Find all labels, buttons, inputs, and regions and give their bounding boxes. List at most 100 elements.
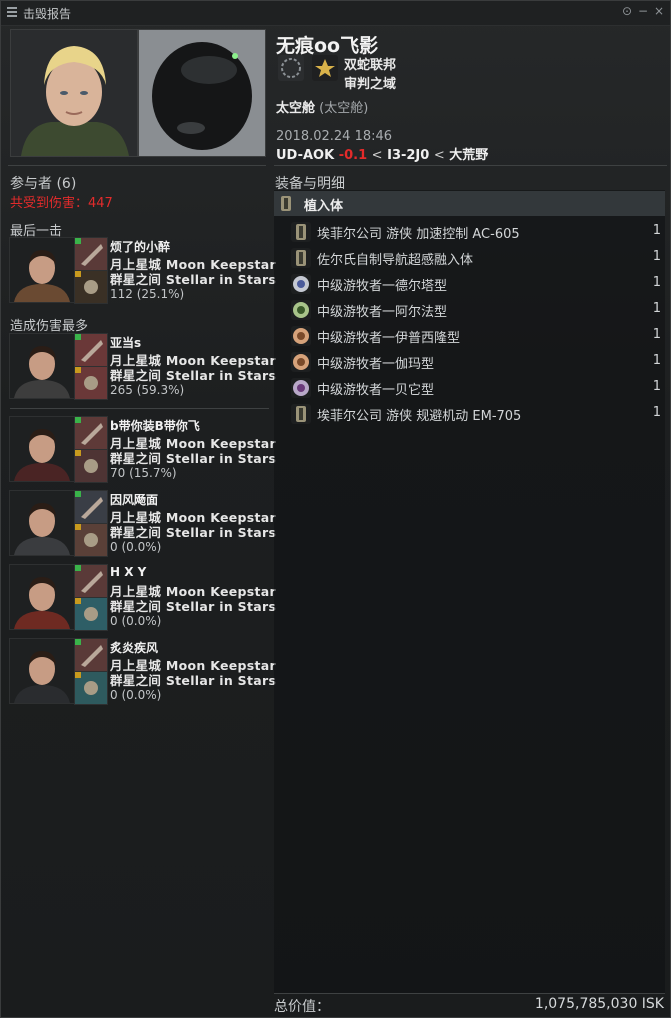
victim-corporation[interactable]: 双蛇联邦 xyxy=(344,54,396,73)
attacker-row[interactable]: 烦了的小醉 月上星城 Moon Keepstar 群星之间 Stellar in S… xyxy=(9,237,276,304)
attacker-row[interactable]: 炙炎疾风 月上星城 Moon Keepstar 群星之间 Stellar in St… xyxy=(9,638,276,705)
participants-label: 参与者 (6) xyxy=(10,176,77,192)
implants-section-header[interactable]: 植入体 xyxy=(274,191,665,216)
item-row[interactable]: 中级游牧者一德尔塔型 1 xyxy=(289,271,665,297)
implant-icon xyxy=(278,195,294,212)
tech-tag-icon xyxy=(75,238,81,244)
attacker-portrait[interactable] xyxy=(9,490,75,556)
victim-ship-render[interactable] xyxy=(138,29,266,157)
attacker-alliance[interactable]: 群星之间 Stellar in Stars xyxy=(110,448,276,467)
attacker-portrait[interactable] xyxy=(9,416,75,482)
corporation-logo-icon[interactable] xyxy=(278,55,304,81)
attacker-damage: 112 (25.1%) xyxy=(110,287,185,301)
attacker-weapon-icon[interactable] xyxy=(74,671,108,705)
attacker-alliance[interactable]: 群星之间 Stellar in Stars xyxy=(110,596,276,615)
title-bar[interactable]: 击毁报告 ⊙ − × xyxy=(1,1,670,26)
item-name: 中级游牧者一阿尔法型 xyxy=(317,305,448,320)
meta-tag-icon xyxy=(75,271,81,277)
top-damage-label: 造成伤害最多 xyxy=(10,319,89,334)
attacker-ship-icon[interactable] xyxy=(74,416,108,450)
hardwiring-icon xyxy=(291,352,311,372)
attacker-row[interactable]: b带你装B带你飞 月上星城 Moon Keepstar 群星之间 Stellar i… xyxy=(9,416,276,483)
item-name: 中级游牧者一伽玛型 xyxy=(317,357,435,372)
window-title: 击毁报告 xyxy=(23,7,72,21)
attacker-ship-icon[interactable] xyxy=(74,237,108,271)
minimize-icon[interactable]: − xyxy=(636,4,650,18)
victim-alliance[interactable]: 审判之域 xyxy=(344,73,396,92)
meta-tag-icon xyxy=(75,450,81,456)
attacker-name[interactable]: 因风飏面 xyxy=(110,491,158,508)
victim-portrait[interactable] xyxy=(10,29,138,157)
attacker-name[interactable]: H X Y xyxy=(110,565,146,579)
item-row[interactable]: 中级游牧者一贝它型 1 xyxy=(289,375,665,401)
attacker-weapon-icon[interactable] xyxy=(74,270,108,304)
alliance-logo-icon[interactable] xyxy=(312,55,338,81)
attacker-row[interactable]: 因风飏面 月上星城 Moon Keepstar 群星之间 Stellar in St… xyxy=(9,490,276,557)
item-name: 中级游牧者一德尔塔型 xyxy=(317,279,448,294)
attacker-weapon-icon[interactable] xyxy=(74,523,108,557)
attacker-name[interactable]: 烦了的小醉 xyxy=(110,238,170,255)
item-quantity: 1 xyxy=(652,327,661,342)
tech-tag-icon xyxy=(75,639,81,645)
item-name: 埃菲尔公司 游侠 规避机动 EM-705 xyxy=(317,409,522,424)
constellation-link[interactable]: I3-2J0 xyxy=(387,148,429,163)
attacker-portrait[interactable] xyxy=(9,237,75,303)
attacker-alliance[interactable]: 群星之间 Stellar in Stars xyxy=(110,522,276,541)
victim-ship[interactable]: 太空舱 (太空舱) xyxy=(276,97,368,116)
region-link[interactable]: 大荒野 xyxy=(449,148,488,163)
item-name: 佐尔氏自制导航超感融入体 xyxy=(317,253,474,268)
total-damage: 共受到伤害：447 xyxy=(10,196,113,211)
divider xyxy=(274,165,667,166)
item-row[interactable]: 中级游牧者一伽玛型 1 xyxy=(289,349,665,375)
total-value: 1,075,785,030 ISK xyxy=(534,996,664,1012)
item-row[interactable]: 佐尔氏自制导航超感融入体 1 xyxy=(289,245,665,271)
meta-tag-icon xyxy=(75,672,81,678)
attacker-weapon-icon[interactable] xyxy=(74,449,108,483)
item-quantity: 1 xyxy=(652,301,661,316)
hardwiring-icon xyxy=(291,326,311,346)
attacker-portrait[interactable] xyxy=(9,333,75,399)
attacker-ship-icon[interactable] xyxy=(74,490,108,524)
pin-icon[interactable]: ⊙ xyxy=(620,4,634,18)
attacker-weapon-icon[interactable] xyxy=(74,597,108,631)
attacker-ship-icon[interactable] xyxy=(74,564,108,598)
ship-name: 太空舱 xyxy=(276,101,316,116)
item-quantity: 1 xyxy=(652,405,661,420)
close-icon[interactable]: × xyxy=(652,4,666,18)
attacker-damage: 0 (0.0%) xyxy=(110,540,162,554)
solar-system-link[interactable]: UD-AOK xyxy=(276,148,334,163)
attacker-damage: 0 (0.0%) xyxy=(110,688,162,702)
attacker-name[interactable]: 亚当s xyxy=(110,334,141,351)
attacker-name[interactable]: 炙炎疾风 xyxy=(110,639,158,656)
attacker-row[interactable]: H X Y 月上星城 Moon Keepstar 群星之间 Stellar in S… xyxy=(9,564,276,631)
killmail-window: 击毁报告 ⊙ − × 无痕oo飞影 双蛇联邦 审判之域 太空舱 (太空舱) 20… xyxy=(0,0,671,1018)
item-name: 埃菲尔公司 游侠 加速控制 AC-605 xyxy=(317,227,520,242)
attacker-alliance[interactable]: 群星之间 Stellar in Stars xyxy=(110,670,276,689)
attacker-alliance[interactable]: 群星之间 Stellar in Stars xyxy=(110,365,276,384)
security-status: -0.1 xyxy=(338,148,368,163)
total-value-label: 总价值： xyxy=(274,999,330,1015)
item-name: 中级游牧者一贝它型 xyxy=(317,383,435,398)
item-row[interactable]: 中级游牧者一阿尔法型 1 xyxy=(289,297,665,323)
meta-tag-icon xyxy=(75,367,81,373)
attacker-ship-icon[interactable] xyxy=(74,333,108,367)
attacker-name[interactable]: b带你装B带你飞 xyxy=(110,417,200,434)
divider xyxy=(8,165,266,166)
item-row[interactable]: 埃菲尔公司 游侠 加速控制 AC-605 1 xyxy=(289,219,665,245)
attacker-damage: 0 (0.0%) xyxy=(110,614,162,628)
hardwiring-icon xyxy=(291,300,311,320)
item-row[interactable]: 埃菲尔公司 游侠 规避机动 EM-705 1 xyxy=(289,401,665,427)
item-quantity: 1 xyxy=(652,353,661,368)
divider xyxy=(10,408,269,409)
attacker-weapon-icon[interactable] xyxy=(74,366,108,400)
attacker-portrait[interactable] xyxy=(9,638,75,704)
ship-type: (太空舱) xyxy=(319,101,369,116)
attacker-alliance[interactable]: 群星之间 Stellar in Stars xyxy=(110,269,276,288)
divider xyxy=(274,993,665,994)
attacker-ship-icon[interactable] xyxy=(74,638,108,672)
attacker-row[interactable]: 亚当s 月上星城 Moon Keepstar 群星之间 Stellar in Sta… xyxy=(9,333,276,400)
item-row[interactable]: 中级游牧者一伊普西隆型 1 xyxy=(289,323,665,349)
kill-location: UD-AOK -0.1 < I3-2J0 < 大荒野 xyxy=(276,144,488,163)
window-menu-icon[interactable] xyxy=(7,7,17,17)
attacker-portrait[interactable] xyxy=(9,564,75,630)
